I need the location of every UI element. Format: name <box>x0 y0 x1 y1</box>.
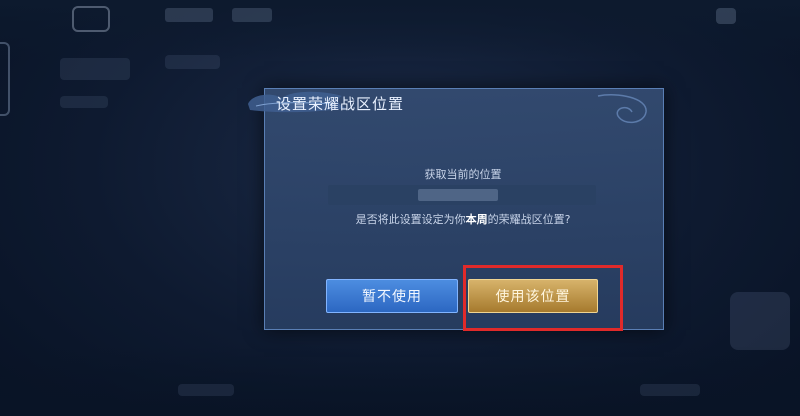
question-text: 是否将此设置设定为你 <box>355 213 466 226</box>
background-tab[interactable] <box>232 8 272 22</box>
background-blurred-item <box>165 55 220 69</box>
background-top-bar <box>0 0 800 60</box>
corner-icon[interactable] <box>716 8 736 24</box>
background-bottom-bar <box>0 346 800 416</box>
dialog-title: 设置荣耀战区位置 <box>276 95 405 113</box>
background-emblem <box>730 292 790 350</box>
highlight-box <box>463 265 623 331</box>
background-bottom-label <box>640 384 700 396</box>
background-blurred-item <box>60 58 130 80</box>
side-panel-handle[interactable] <box>0 42 10 116</box>
location-value-redacted <box>418 189 498 201</box>
back-icon[interactable] <box>72 6 110 32</box>
location-label: 获取当前的位置 <box>424 168 502 181</box>
question-text: 的荣耀战区位置? <box>487 213 571 226</box>
question-emphasis: 本周 <box>465 213 488 226</box>
swirl-ornament-icon <box>597 94 647 124</box>
cancel-button[interactable]: 暂不使用 <box>326 279 458 313</box>
background-bottom-label <box>178 384 234 396</box>
background-blurred-item <box>60 96 108 108</box>
confirm-question: 是否将此设置设定为你本周的荣耀战区位置? <box>264 211 662 227</box>
background-tab[interactable] <box>165 8 213 22</box>
